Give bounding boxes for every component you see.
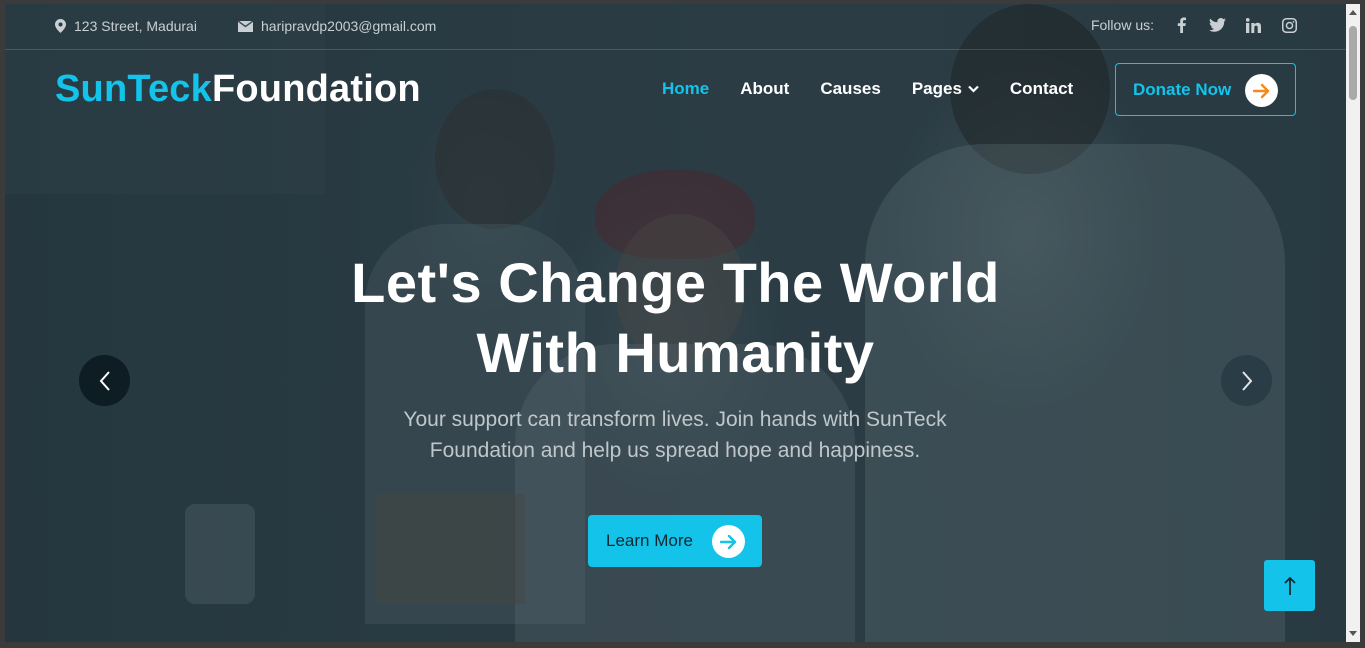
scroll-up-arrow[interactable] <box>1349 10 1357 15</box>
back-to-top-button[interactable] <box>1264 560 1315 611</box>
arrow-right-circle-icon <box>1245 74 1278 107</box>
logo-part-foundation: Foundation <box>211 68 421 110</box>
chevron-right-icon <box>1241 370 1252 391</box>
nav-contact[interactable]: Contact <box>1010 79 1073 99</box>
hero-viewport: 123 Street, Madurai haripravdp2003@gmail… <box>5 4 1346 642</box>
hero-title-line-2: With Humanity <box>476 321 875 384</box>
nav-causes[interactable]: Causes <box>820 79 880 99</box>
chevron-left-icon <box>99 370 110 391</box>
learn-more-label: Learn More <box>606 531 693 550</box>
donate-button[interactable]: Donate Now <box>1115 63 1296 116</box>
email-info[interactable]: haripravdp2003@gmail.com <box>238 18 436 34</box>
learn-more-button[interactable]: Learn More <box>588 515 762 567</box>
envelope-icon <box>238 20 253 32</box>
nav-pages[interactable]: Pages <box>912 79 979 99</box>
address-info: 123 Street, Madurai <box>55 18 197 34</box>
instagram-icon[interactable] <box>1280 16 1298 34</box>
scrollbar-thumb[interactable] <box>1349 26 1357 100</box>
follow-label: Follow us: <box>1090 17 1154 33</box>
donate-label: Donate Now <box>1133 79 1232 99</box>
hero-subtitle-line-2: Foundation and help us spread hope and h… <box>429 439 921 462</box>
arrow-up-icon <box>1283 576 1296 595</box>
site-logo[interactable]: SunTeckFoundation <box>55 68 421 111</box>
nav-pages-label: Pages <box>911 79 962 98</box>
linkedin-icon[interactable] <box>1244 16 1262 34</box>
nav-home[interactable]: Home <box>662 79 709 99</box>
hero-title: Let's Change The World With Humanity <box>5 248 1346 388</box>
chevron-down-icon <box>968 85 979 93</box>
carousel-prev-button[interactable] <box>79 355 130 406</box>
arrow-right-circle-icon <box>712 525 745 558</box>
page-scrollbar[interactable] <box>1346 4 1360 642</box>
social-links: Follow us: <box>1091 16 1298 34</box>
email-text[interactable]: haripravdp2003@gmail.com <box>261 18 436 34</box>
hero-subtitle: Your support can transform lives. Join h… <box>335 404 1015 466</box>
scroll-down-arrow[interactable] <box>1349 631 1357 636</box>
carousel-next-button[interactable] <box>1221 355 1272 406</box>
logo-part-sunteck: SunTeck <box>55 68 212 110</box>
hero-subtitle-line-1: Your support can transform lives. Join h… <box>403 408 947 431</box>
top-info-bar: 123 Street, Madurai haripravdp2003@gmail… <box>5 4 1346 50</box>
nav-about[interactable]: About <box>740 79 789 99</box>
facebook-icon[interactable] <box>1172 16 1190 34</box>
hero-title-line-1: Let's Change The World <box>351 251 1000 314</box>
main-nav: Home About Causes Pages Contact <box>662 79 1073 99</box>
map-pin-icon <box>55 19 66 33</box>
twitter-icon[interactable] <box>1208 16 1226 34</box>
address-text: 123 Street, Madurai <box>74 18 197 34</box>
